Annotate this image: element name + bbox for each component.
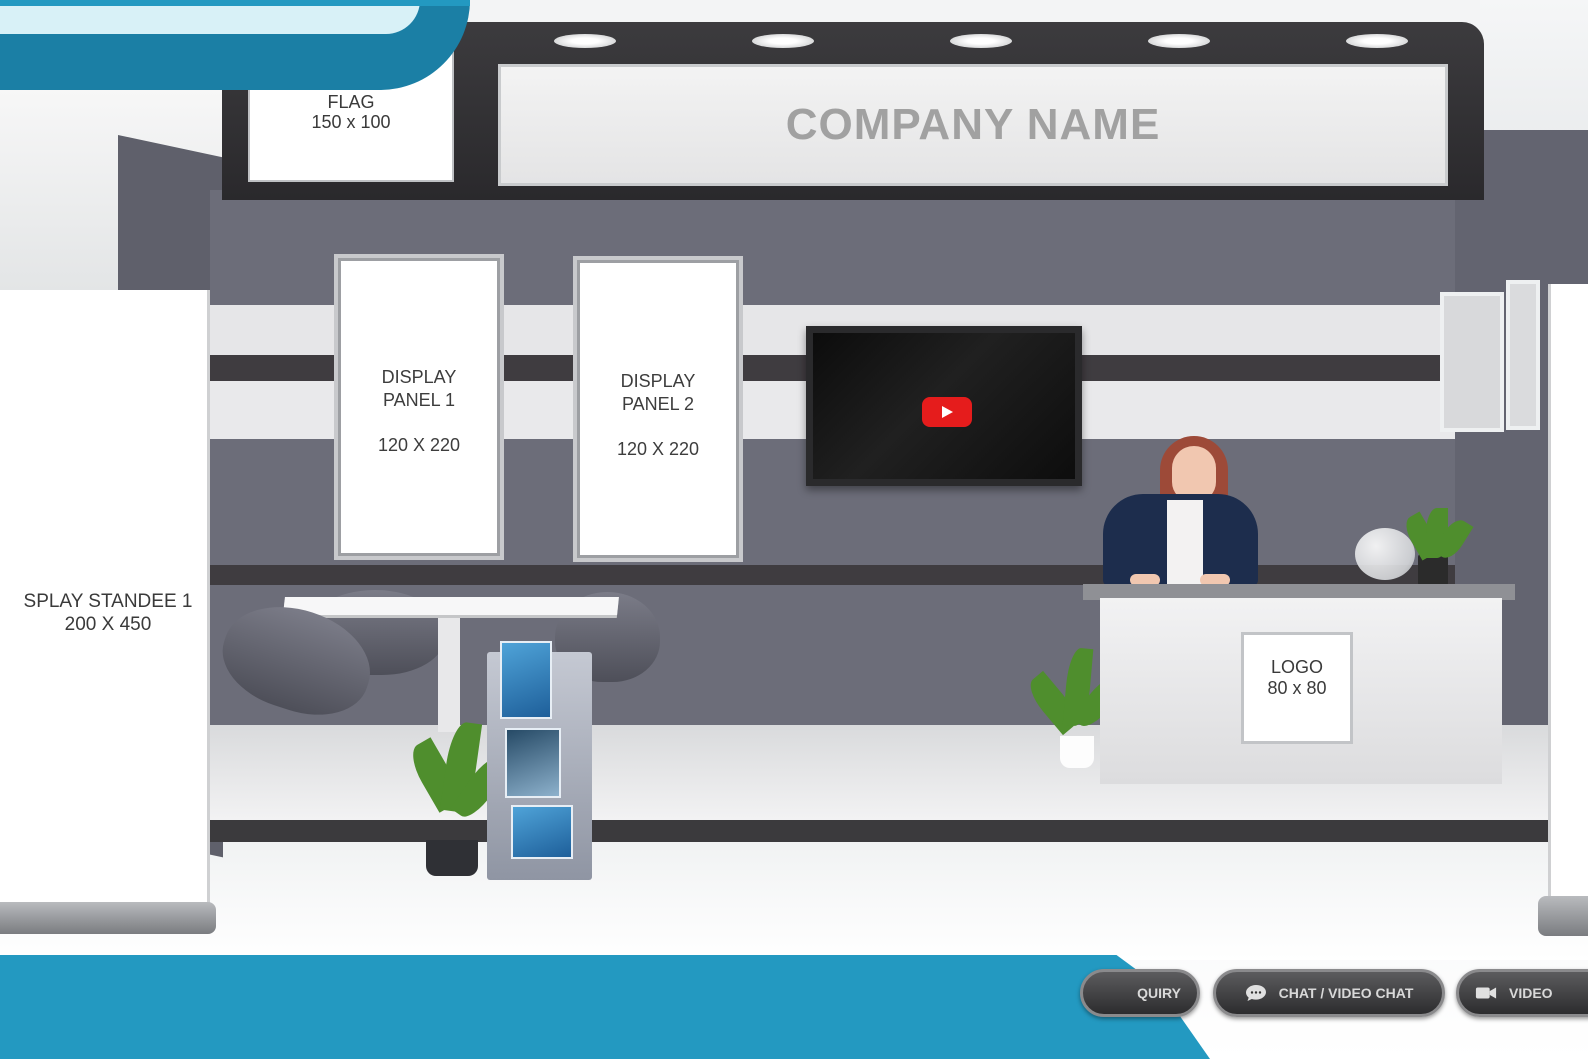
wall-monitor (1506, 280, 1540, 430)
display-panel-size: 120 X 220 (616, 439, 700, 459)
chat-video-chat-button[interactable]: CHAT / VIDEO CHAT (1213, 969, 1445, 1017)
display-standee-label: SPLAY STANDEE 1 200 X 450 (0, 590, 228, 636)
meeting-table (283, 597, 619, 615)
standee-size: 200 X 450 (64, 614, 152, 635)
youtube-play-icon[interactable] (922, 397, 972, 427)
display-panel-label: PANEL 1 (382, 390, 456, 410)
desk-globe (1355, 528, 1415, 580)
video-camera-icon (1475, 984, 1497, 1002)
plant-pot (1060, 736, 1094, 768)
chat-video-chat-button-label: CHAT / VIDEO CHAT (1278, 985, 1414, 1001)
logo-placeholder[interactable]: LOGO 80 x 80 (1241, 632, 1353, 744)
display-panel-1[interactable]: DISPLAY PANEL 1 120 X 220 (334, 254, 504, 560)
display-panel-label: DISPLAY (620, 371, 696, 391)
spotlight-icon (554, 34, 616, 48)
flag-label: FLAG (327, 92, 375, 112)
company-name-banner[interactable]: COMPANY NAME (498, 64, 1448, 186)
plant-pot (426, 840, 478, 876)
display-standee-2[interactable] (1548, 284, 1588, 904)
brochure[interactable] (511, 805, 573, 859)
bottom-action-bar (0, 955, 1120, 1059)
spotlight-icon (950, 34, 1012, 48)
display-panel-label: DISPLAY (381, 367, 457, 387)
video-button-label: VIDEO (1509, 985, 1553, 1001)
brochure[interactable] (500, 641, 552, 719)
chat-bubble-icon (1245, 984, 1267, 1002)
receptionist-blouse (1167, 500, 1203, 584)
video-button[interactable]: VIDEO (1456, 969, 1588, 1017)
display-panel-2[interactable]: DISPLAY PANEL 2 120 X 220 (573, 256, 743, 562)
wall-monitor (1440, 292, 1504, 432)
spotlight-icon (1148, 34, 1210, 48)
company-name: COMPANY NAME (785, 100, 1161, 149)
spotlight-icon (1346, 34, 1408, 48)
standee-label: SPLAY STANDEE 1 (23, 591, 193, 612)
display-panel-label: PANEL 2 (621, 394, 695, 414)
enquiry-button[interactable]: QUIRY (1080, 969, 1200, 1017)
standee-base (0, 902, 216, 934)
table-leg (438, 612, 460, 732)
logo-size: 80 x 80 (1267, 678, 1327, 698)
spotlight-icon (752, 34, 814, 48)
standee-base (1538, 896, 1588, 936)
display-panel-size: 120 X 220 (377, 435, 461, 455)
video-screen[interactable] (806, 326, 1082, 486)
flag-size: 150 x 100 (311, 112, 391, 132)
top-banner-stripe (0, 0, 470, 6)
booth-platform-edge (210, 820, 1588, 842)
brochure[interactable] (505, 728, 561, 798)
enquiry-button-label: QUIRY (1137, 985, 1181, 1001)
logo-label: LOGO (1270, 657, 1323, 677)
